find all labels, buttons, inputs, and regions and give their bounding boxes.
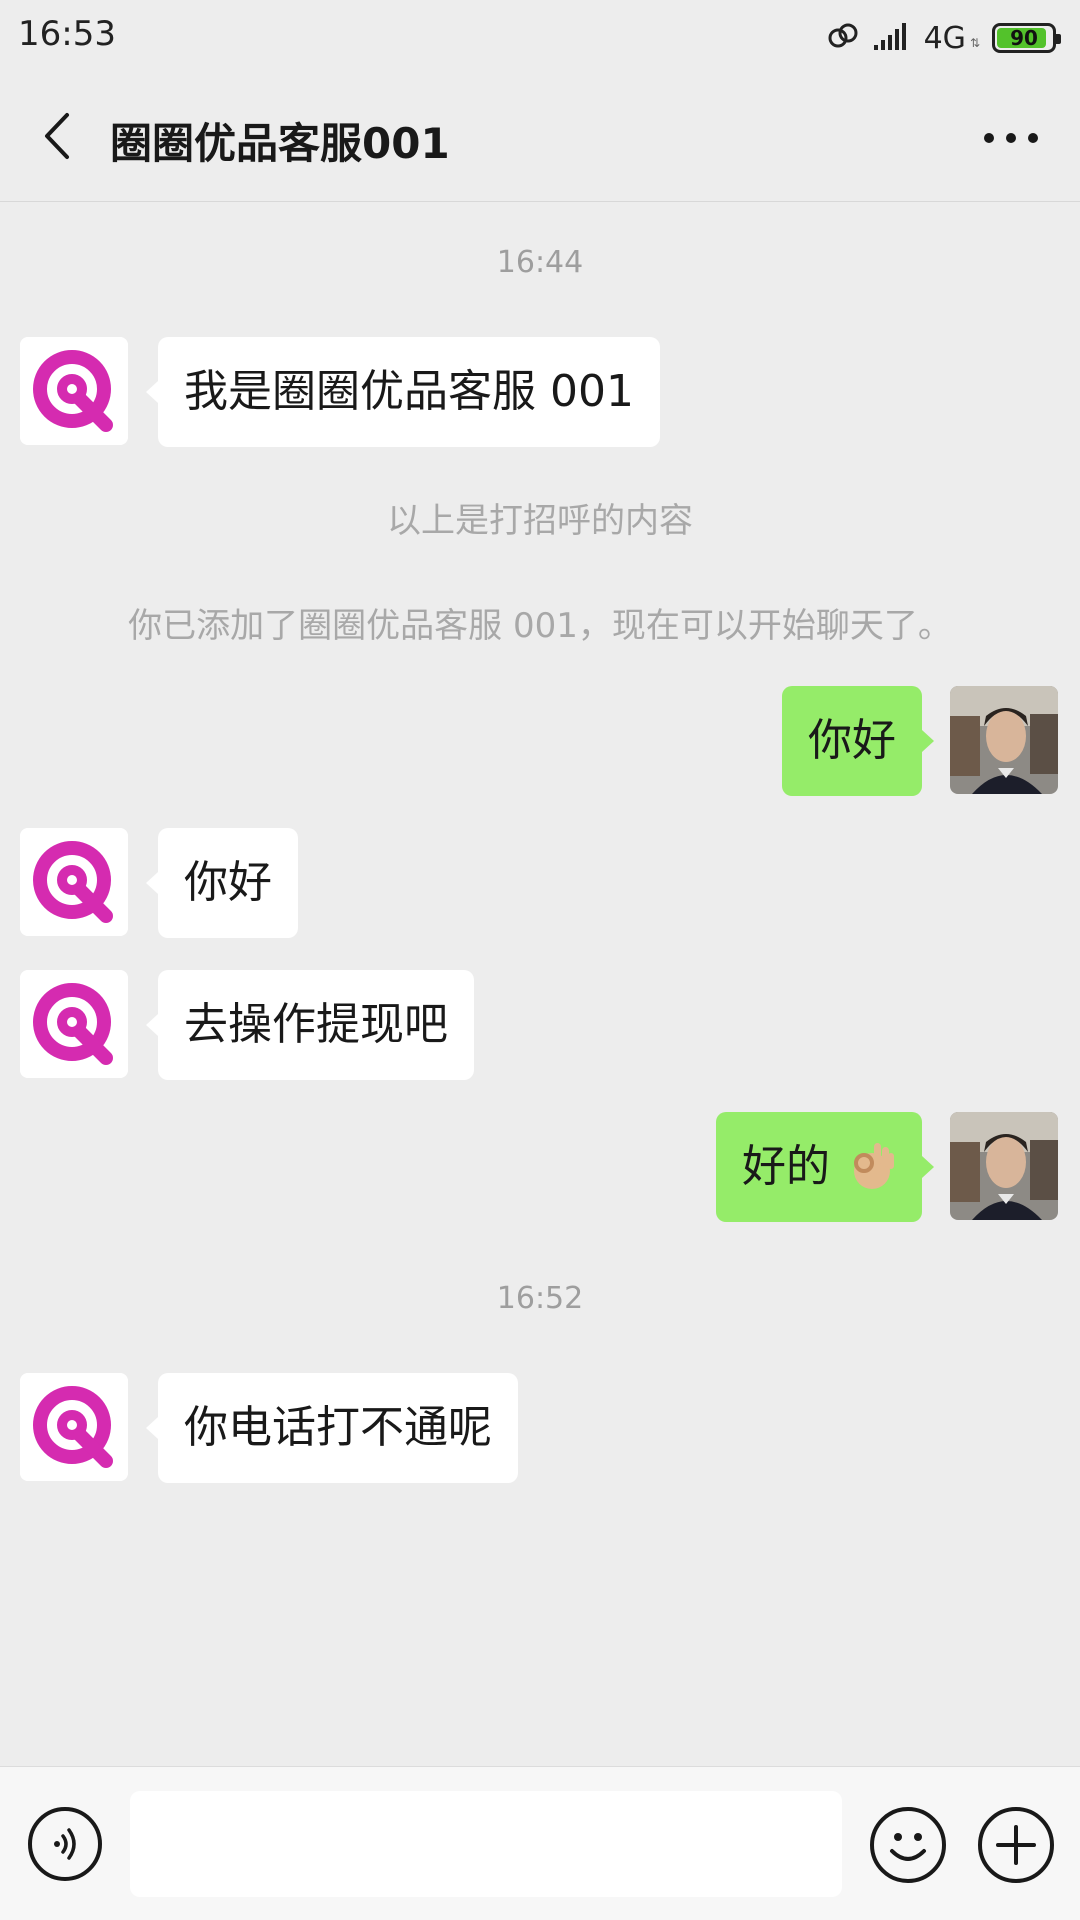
brand-logo-icon — [20, 1373, 128, 1481]
contact-avatar[interactable] — [20, 337, 128, 445]
user-avatar[interactable] — [950, 686, 1058, 794]
chat-header: 圈圈优品客服001 — [0, 74, 1080, 202]
timestamp: 16:44 — [496, 245, 584, 280]
voice-button[interactable] — [28, 1807, 102, 1881]
message-bubble[interactable]: 我是圈圈优品客服 001 — [146, 337, 660, 447]
chat-area[interactable]: 16:44 我是圈圈优品客服 001 以上是打招呼的内容 你已添加了圈圈优品客服… — [0, 203, 1080, 1766]
message-bubble[interactable]: 你电话打不通呢 — [146, 1373, 518, 1483]
system-message: 以上是打招呼的内容 — [387, 501, 693, 541]
more-button[interactable] — [976, 108, 1046, 168]
message-row: 你电话打不通呢 — [0, 1373, 1080, 1483]
message-bubble[interactable]: 你好 — [146, 828, 298, 938]
input-bar — [0, 1766, 1080, 1920]
message-row: 好的 — [0, 1112, 1080, 1222]
system-message: 你已添加了圈圈优品客服 001，现在可以开始聊天了。 — [128, 606, 952, 646]
message-row: 我是圈圈优品客服 001 — [0, 337, 1080, 447]
signal-icon — [872, 21, 912, 55]
data-arrows-icon: ⇅ — [969, 36, 980, 50]
message-input[interactable] — [130, 1791, 842, 1897]
contact-avatar[interactable] — [20, 1373, 128, 1481]
contact-avatar[interactable] — [20, 828, 128, 936]
message-bubble[interactable]: 好的 — [716, 1112, 934, 1222]
voice-icon — [54, 1828, 76, 1860]
emoji-icon — [890, 1833, 926, 1861]
message-row: 你好 — [0, 686, 1080, 796]
message-row: 去操作提现吧 — [0, 970, 1080, 1080]
network-type: 4G — [923, 20, 966, 56]
more-functions-button[interactable] — [978, 1807, 1054, 1883]
emoji-button[interactable] — [870, 1807, 946, 1883]
brand-logo-icon — [20, 828, 128, 936]
timestamp: 16:52 — [496, 1281, 584, 1316]
back-button[interactable] — [28, 104, 88, 168]
message-text: 好的 — [742, 1141, 830, 1192]
link-icon — [826, 21, 860, 55]
plus-icon — [996, 1825, 1036, 1865]
status-indicators: 4G ⇅ 90 — [826, 18, 1061, 58]
message-bubble[interactable]: 你好 — [782, 686, 934, 796]
user-photo-icon — [950, 686, 1058, 794]
battery-icon: 90 — [992, 23, 1061, 53]
chat-title: 圈圈优品客服001 — [110, 119, 450, 168]
message-bubble[interactable]: 去操作提现吧 — [146, 970, 474, 1080]
chevron-left-icon — [45, 113, 69, 159]
contact-avatar[interactable] — [20, 970, 128, 1078]
user-avatar[interactable] — [950, 1112, 1058, 1220]
status-time: 16:53 — [18, 14, 116, 54]
more-dots-icon — [984, 133, 1038, 143]
battery-level: 90 — [1010, 26, 1038, 50]
brand-logo-icon — [20, 337, 128, 445]
user-photo-icon — [950, 1112, 1058, 1220]
brand-logo-icon — [20, 970, 128, 1078]
message-row: 你好 — [0, 828, 1080, 938]
status-bar: 16:53 4G ⇅ 90 — [0, 0, 1080, 74]
ok-hand-emoji-icon — [854, 1143, 894, 1189]
